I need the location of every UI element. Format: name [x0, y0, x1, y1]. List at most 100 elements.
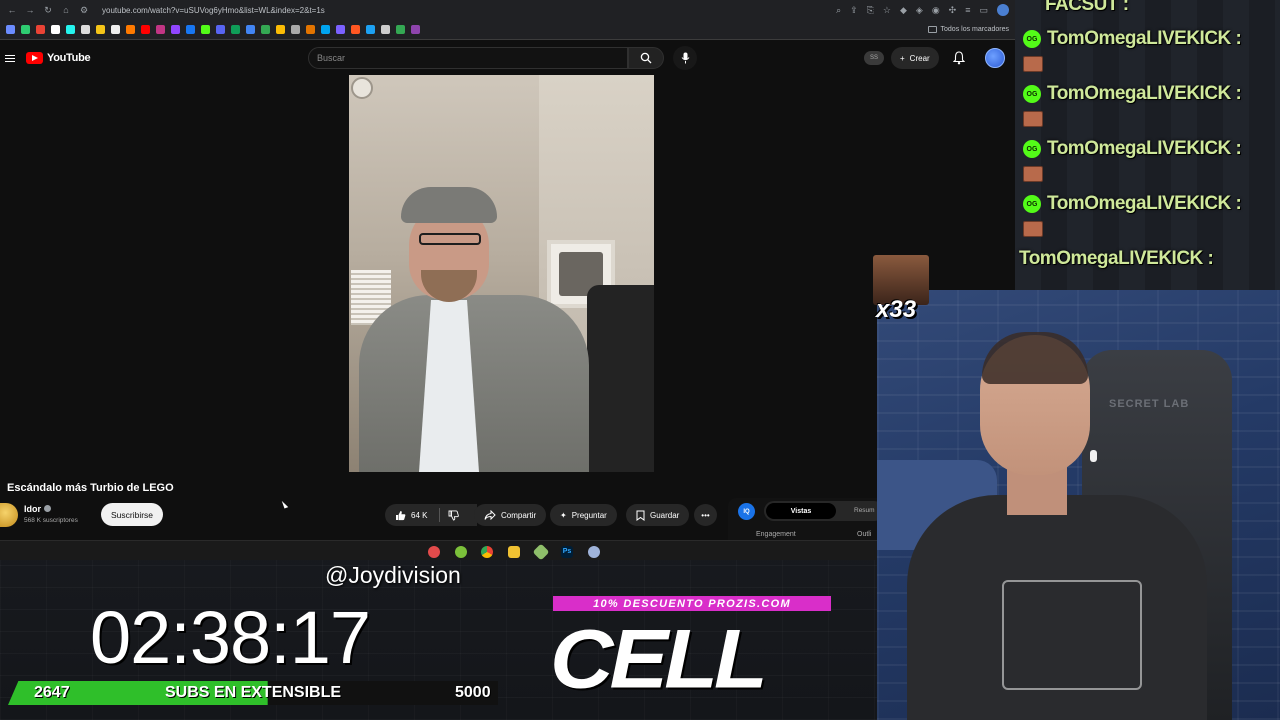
media-icon[interactable]: ≡	[965, 5, 970, 15]
thumbs-down-icon	[448, 509, 459, 520]
ss-extension-badge[interactable]: SS	[864, 51, 884, 65]
photoshop-taskbar-icon[interactable]: Ps	[561, 546, 573, 558]
save-label: Guardar	[650, 510, 680, 520]
site-info-icon[interactable]: ⚙	[78, 5, 90, 16]
reload-icon[interactable]: ↻	[42, 5, 54, 16]
chat-message: OG TomOmegaLIVEKICK :	[1023, 138, 1242, 160]
search-button[interactable]	[628, 47, 664, 69]
tab-vistas[interactable]: Vistas	[766, 503, 836, 519]
user-avatar[interactable]	[985, 48, 1005, 68]
shirt-print-graphic	[1002, 580, 1142, 690]
subs-goal-target: 5000	[455, 684, 491, 701]
home-icon[interactable]: ⌂	[60, 5, 72, 15]
extension-icon[interactable]: ◆	[900, 5, 907, 16]
video-player[interactable]	[349, 75, 654, 472]
channel-name[interactable]: Idor	[24, 504, 41, 514]
youtube-logo[interactable]: YouTube	[26, 52, 91, 64]
bookmarks-bar: Todos los marcadores	[0, 20, 1015, 40]
bookmark-icon[interactable]	[111, 25, 120, 34]
more-horizontal-icon: •••	[701, 510, 710, 520]
taskbar-app-icon[interactable]	[428, 546, 440, 558]
forward-icon[interactable]: →	[24, 5, 36, 15]
analytics-extension-icon[interactable]: IQ	[738, 503, 755, 520]
bookmark-icon[interactable]	[261, 25, 270, 34]
ask-button[interactable]: ✦ Preguntar	[550, 504, 617, 526]
instagram-icon[interactable]	[156, 25, 165, 34]
chat-emote-icon	[1023, 221, 1043, 237]
tiktok-icon[interactable]	[66, 25, 75, 34]
bookmark-icon[interactable]	[336, 25, 345, 34]
bookmark-icon[interactable]	[6, 25, 15, 34]
save-button[interactable]: Guardar	[626, 504, 690, 526]
search-input[interactable]: Buscar	[308, 47, 628, 69]
discord-icon[interactable]	[216, 25, 225, 34]
create-button[interactable]: + Crear	[891, 47, 939, 69]
stream-layout: ← → ↻ ⌂ ⚙ youtube.com/watch?v=uSUVog6yHm…	[0, 0, 1280, 720]
ask-label: Preguntar	[571, 510, 607, 520]
x-icon[interactable]	[51, 25, 60, 34]
channel-avatar[interactable]	[0, 503, 18, 527]
bookmark-icon[interactable]	[276, 25, 285, 34]
plus-icon: +	[900, 53, 905, 63]
url-field[interactable]: youtube.com/watch?v=uSUVog6yHmo&list=WL&…	[102, 6, 325, 15]
voice-search-button[interactable]	[673, 46, 697, 70]
chat-username: TomOmegaLIVEKICK :	[1047, 138, 1242, 159]
install-icon[interactable]: ⇪	[850, 5, 858, 16]
bookmark-icon[interactable]	[366, 25, 375, 34]
bookmark-icon[interactable]	[231, 25, 240, 34]
drive-icon[interactable]	[396, 25, 405, 34]
bookmark-icon[interactable]	[351, 25, 360, 34]
bookmark-icon[interactable]	[21, 25, 30, 34]
bookmark-icon[interactable]	[321, 25, 330, 34]
twitch-icon[interactable]	[171, 25, 180, 34]
bookmark-icon[interactable]	[381, 25, 390, 34]
youtube-play-icon	[26, 52, 43, 64]
chrome-taskbar-icon[interactable]	[481, 546, 493, 558]
gmail-icon[interactable]	[36, 25, 45, 34]
notifications-bell-icon[interactable]	[953, 51, 965, 65]
bookmark-icon[interactable]	[291, 25, 300, 34]
sponsor-brand-logo: CELL	[550, 611, 768, 706]
share-button[interactable]: Compartir	[474, 504, 547, 526]
bookmark-icon[interactable]	[186, 25, 195, 34]
dislike-button[interactable]	[440, 504, 466, 526]
taskbar-app-icon[interactable]	[455, 546, 467, 558]
zoom-icon[interactable]: ⌕	[836, 5, 841, 16]
bookmark-icon[interactable]	[306, 25, 315, 34]
bookmark-icon[interactable]	[411, 25, 420, 34]
sidebar-icon[interactable]: ▭	[979, 5, 988, 16]
chat-message: TomOmegaLIVEKICK :	[1019, 248, 1214, 270]
youtube-icon[interactable]	[141, 25, 150, 34]
tab-resumen[interactable]: Resum	[854, 507, 875, 514]
earbud-icon	[1090, 450, 1097, 462]
taskbar-app-icon[interactable]	[532, 543, 550, 560]
file-explorer-icon[interactable]	[508, 546, 520, 558]
profile-avatar[interactable]	[997, 4, 1009, 16]
subscribe-button[interactable]: Suscribirse	[101, 503, 164, 526]
share-page-icon[interactable]: ⎘	[867, 5, 874, 16]
extensions-puzzle-icon[interactable]: ✣	[949, 5, 957, 16]
microphone-icon	[681, 52, 689, 64]
kick-icon[interactable]	[201, 25, 210, 34]
bookmark-star-icon[interactable]: ☆	[883, 5, 891, 16]
back-icon[interactable]: ←	[6, 5, 18, 15]
hamburger-menu-icon[interactable]	[5, 54, 15, 62]
chat-username: TomOmegaLIVEKICK :	[1047, 193, 1242, 214]
browser-window: ← → ↻ ⌂ ⚙ youtube.com/watch?v=uSUVog6yHm…	[0, 0, 1015, 560]
extension-icon[interactable]: ◉	[932, 5, 940, 16]
chat-message: OG TomOmegaLIVEKICK :	[1023, 28, 1242, 50]
video-person-glasses	[419, 233, 481, 245]
address-bar: ← → ↻ ⌂ ⚙ youtube.com/watch?v=uSUVog6yHm…	[0, 0, 1015, 20]
more-actions-button[interactable]: •••	[694, 504, 717, 526]
extension-icon[interactable]: ◈	[916, 5, 923, 16]
all-bookmarks-folder[interactable]: Todos los marcadores	[927, 26, 1009, 33]
taskbar-app-icon[interactable]	[588, 546, 600, 558]
video-title: Escándalo más Turbio de LEGO	[7, 482, 174, 494]
bookmark-icon[interactable]	[246, 25, 255, 34]
bookmark-icon[interactable]	[96, 25, 105, 34]
chat-username: TomOmegaLIVEKICK :	[1047, 83, 1242, 104]
bookmark-icon[interactable]	[81, 25, 90, 34]
analytics-side-panel: IQ Vistas Resum Engagement Outli	[728, 498, 884, 542]
bookmark-icon[interactable]	[126, 25, 135, 34]
chair-brand-logo: SECRET LAB	[1109, 398, 1190, 410]
